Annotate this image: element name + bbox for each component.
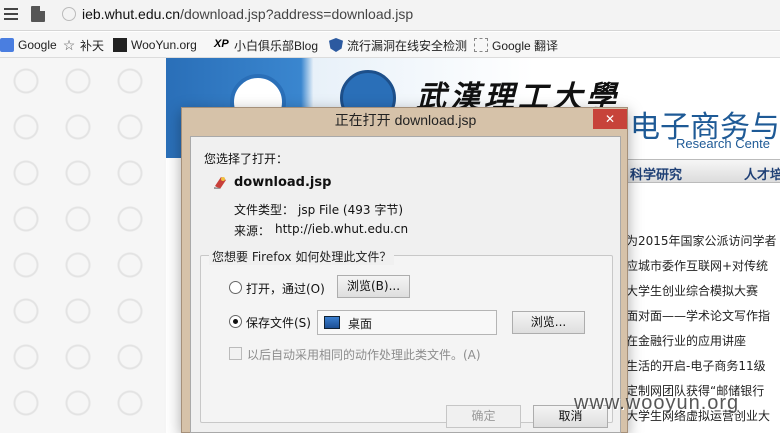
bookmarks-bar: Google ☆ 补天 WooYun.org XP 小白俱乐部Blog 流行漏洞在线… bbox=[0, 32, 780, 58]
nav-research[interactable]: 科学研究 bbox=[630, 164, 682, 183]
list-item[interactable]: 面对面——学术论文写作指 bbox=[626, 307, 770, 325]
page-icon bbox=[31, 6, 45, 22]
wooyun-icon bbox=[113, 38, 127, 52]
save-file-radio[interactable] bbox=[229, 315, 242, 328]
bookmark-wooyun[interactable]: WooYun.org bbox=[113, 37, 197, 53]
list-item[interactable]: 在金融行业的应用讲座 bbox=[626, 332, 746, 350]
site-nav: 科学研究 人才培 bbox=[620, 159, 780, 183]
source-label: 来源： bbox=[234, 224, 271, 238]
list-item[interactable]: 为2015年国家公派访问学者 bbox=[626, 232, 777, 250]
browse-folder-button[interactable]: 浏览... bbox=[512, 311, 585, 334]
close-button[interactable]: ✕ bbox=[593, 109, 627, 129]
xp-icon: XP bbox=[214, 38, 229, 50]
source-value: http://ieb.whut.edu.cn bbox=[275, 222, 409, 236]
list-item[interactable]: 生活的开启-电子商务11级 bbox=[626, 357, 766, 375]
banner-subtitle: Research Cente bbox=[676, 136, 770, 151]
chosen-label: 您选择了打开： bbox=[204, 152, 289, 166]
url-bar[interactable]: ieb.whut.edu.cn/download.jsp?address=dow… bbox=[0, 0, 780, 31]
file-icon bbox=[214, 177, 226, 189]
folder-icon bbox=[324, 316, 340, 329]
list-item[interactable]: 应城市委作互联网+对传统 bbox=[626, 257, 768, 275]
dialog-body: 您选择了打开： download.jsp 文件类型： jsp File (493… bbox=[190, 136, 621, 433]
blank-page-icon bbox=[474, 38, 488, 52]
shield-icon bbox=[329, 38, 343, 52]
open-with-label[interactable]: 打开，通过(O) bbox=[246, 280, 325, 297]
filetype-value: jsp File (493 字节) bbox=[298, 203, 403, 217]
save-file-label[interactable]: 保存文件(S) bbox=[246, 314, 311, 331]
watermark: www.wooyun.org bbox=[574, 392, 740, 414]
star-icon: ☆ bbox=[62, 37, 76, 53]
open-with-radio[interactable] bbox=[229, 281, 242, 294]
ok-button[interactable]: 确定 bbox=[446, 405, 521, 428]
filetype-label: 文件类型： bbox=[234, 203, 295, 217]
bookmark-butian[interactable]: ☆ 补天 bbox=[62, 37, 104, 53]
save-folder-value: 桌面 bbox=[348, 317, 373, 331]
group-legend: 您想要 Firefox 如何处理此文件？ bbox=[209, 248, 395, 265]
list-item[interactable]: 大学生创业综合模拟大赛 bbox=[626, 282, 758, 300]
menu-icon[interactable] bbox=[4, 6, 18, 22]
save-folder-field[interactable]: 桌面 bbox=[317, 310, 497, 335]
nav-talent[interactable]: 人才培 bbox=[744, 164, 780, 183]
auto-action-label: 以后自动采用相同的动作处理此类文件。(A) bbox=[247, 348, 481, 362]
bookmark-google-translate[interactable]: Google 翻译 bbox=[474, 37, 558, 53]
browse-app-button[interactable]: 浏览(B)... bbox=[337, 275, 410, 298]
download-dialog: 正在打开 download.jsp ✕ 您选择了打开： download.jsp… bbox=[181, 107, 628, 433]
url-text[interactable]: ieb.whut.edu.cn/download.jsp?address=dow… bbox=[82, 6, 413, 22]
bookmark-vuln-scan[interactable]: 流行漏洞在线安全检测 bbox=[329, 37, 467, 53]
bookmark-google[interactable]: Google bbox=[0, 37, 57, 53]
google-icon bbox=[0, 38, 14, 52]
auto-action-checkbox[interactable] bbox=[229, 347, 242, 360]
bookmark-xiaobai[interactable]: XP 小白俱乐部Blog bbox=[214, 37, 318, 53]
dialog-title: 正在打开 download.jsp bbox=[334, 112, 477, 128]
globe-icon bbox=[62, 7, 76, 21]
file-name: download.jsp bbox=[234, 175, 332, 190]
background-pattern bbox=[0, 58, 166, 433]
